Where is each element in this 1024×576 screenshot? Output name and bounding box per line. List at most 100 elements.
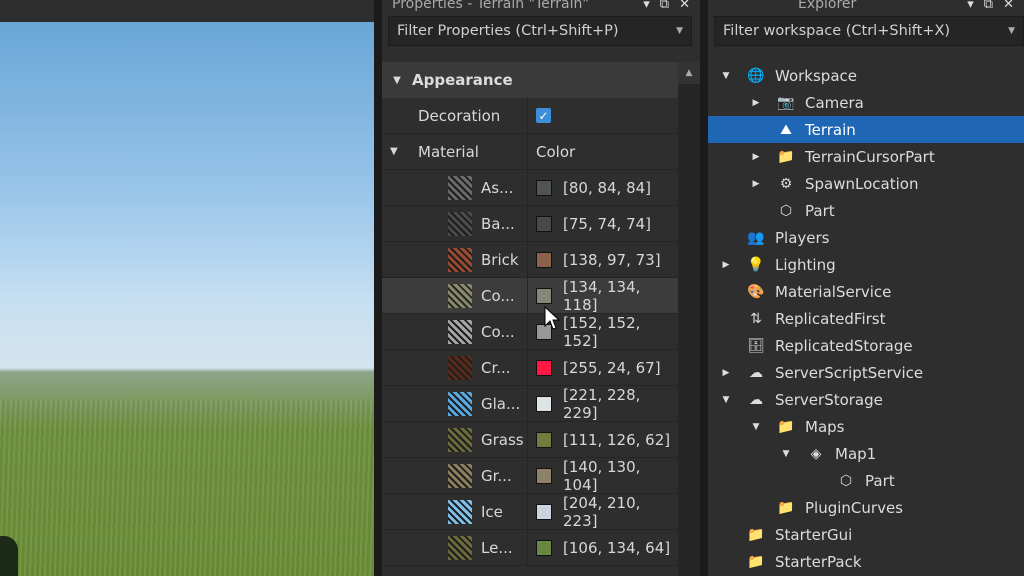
expand-arrow-icon[interactable]: ▶ [720, 260, 732, 270]
material-row[interactable]: As... [80, 84, 84] [382, 170, 678, 206]
tree-item[interactable]: ▼ ☁ ServerStorage [708, 386, 1024, 413]
tree-item[interactable]: ⛰ Terrain [708, 116, 1024, 143]
tree-item[interactable]: 📁 StarterGui [708, 521, 1024, 548]
color-swatch[interactable] [536, 395, 552, 412]
dropdown-icon[interactable]: ▾ [643, 0, 650, 12]
expand-arrow-icon[interactable]: ▶ [750, 179, 762, 189]
explorer-filter-placeholder: Filter workspace (Ctrl+Shift+X) [723, 23, 951, 39]
material-service-icon: 🎨 [747, 283, 765, 300]
color-value: [221, 228, 229] [563, 385, 641, 422]
properties-titlebar: Properties - Terrain "Terrain" ▾ ⧉ ✕ [382, 0, 700, 12]
properties-filter-input[interactable]: Filter Properties (Ctrl+Shift+P) ▼ [388, 16, 692, 46]
material-color-cell[interactable]: [221, 228, 229] [528, 385, 678, 422]
expand-icon[interactable]: ▼ [390, 146, 418, 157]
material-name-cell: Co... [382, 278, 528, 313]
collapse-arrow-icon[interactable]: ▼ [720, 395, 732, 405]
tree-item-label: ServerScriptService [775, 363, 924, 382]
material-row[interactable]: Gla... [221, 228, 229] [382, 386, 678, 422]
terrain-icon: ⛰ [780, 121, 792, 138]
tree-item[interactable]: ▶ 📁 TerrainCursorPart [708, 143, 1024, 170]
filter-dropdown-icon[interactable]: ▼ [676, 26, 683, 36]
close-icon[interactable]: ✕ [1003, 0, 1014, 12]
dropdown-icon[interactable]: ▾ [967, 0, 974, 12]
game-viewport[interactable] [0, 0, 374, 576]
color-swatch[interactable] [536, 287, 552, 304]
material-row[interactable]: Co... [134, 134, 118] [382, 278, 678, 314]
tree-item[interactable]: ▼ 🌐 Workspace [708, 62, 1024, 89]
decoration-checkbox[interactable]: ✓ [536, 108, 551, 123]
color-swatch[interactable] [536, 359, 552, 376]
section-appearance[interactable]: ▼ Appearance [382, 62, 678, 98]
property-material-header[interactable]: ▼ Material Color [382, 134, 678, 170]
tree-item-label: TerrainCursorPart [805, 147, 935, 166]
tree-item[interactable]: 🗄 ReplicatedStorage [708, 332, 1024, 359]
color-swatch[interactable] [536, 251, 552, 268]
material-row[interactable]: Ba... [75, 74, 74] [382, 206, 678, 242]
tree-item-label: MaterialService [775, 282, 892, 301]
close-icon[interactable]: ✕ [679, 0, 690, 12]
material-color-cell[interactable]: [140, 130, 104] [528, 457, 678, 494]
material-row[interactable]: Cr... [255, 24, 67] [382, 350, 678, 386]
expand-arrow-icon[interactable]: ▶ [750, 152, 762, 162]
scroll-up-icon[interactable]: ▲ [678, 62, 700, 84]
tree-item[interactable]: ⇅ ReplicatedFirst [708, 305, 1024, 332]
cube-icon: ⬡ [779, 202, 793, 219]
material-color-cell[interactable]: [80, 84, 84] [528, 170, 678, 205]
material-row[interactable]: Grass [111, 126, 62] [382, 422, 678, 458]
color-value: [140, 130, 104] [563, 457, 641, 494]
tree-item[interactable]: ⬡ Part [708, 467, 1024, 494]
undock-icon[interactable]: ⧉ [984, 0, 993, 12]
color-swatch[interactable] [536, 467, 552, 484]
undock-icon[interactable]: ⧉ [660, 0, 669, 12]
collapse-icon[interactable]: ▼ [382, 75, 412, 86]
material-texture-icon [448, 463, 472, 488]
color-swatch[interactable] [536, 179, 552, 196]
color-swatch[interactable] [536, 539, 552, 556]
color-value: [152, 152, 152] [563, 313, 641, 350]
material-row[interactable]: Ice [204, 210, 223] [382, 494, 678, 530]
color-swatch[interactable] [536, 431, 552, 448]
material-texture-icon [448, 319, 472, 344]
material-color-cell[interactable]: [204, 210, 223] [528, 494, 678, 530]
expand-arrow-icon[interactable]: ▶ [720, 368, 732, 378]
tree-item[interactable]: 📁 PluginCurves [708, 494, 1024, 521]
tree-item[interactable]: ▶ 📷 Camera [708, 89, 1024, 116]
color-swatch[interactable] [536, 503, 552, 520]
material-color-cell[interactable]: [106, 134, 64] [528, 530, 678, 565]
replicated-first-icon: ⇅ [750, 310, 762, 327]
tree-item[interactable]: 📁 StarterPack [708, 548, 1024, 575]
material-color-cell[interactable]: [255, 24, 67] [528, 350, 678, 385]
tree-item[interactable]: ▼ 📁 Maps [708, 413, 1024, 440]
color-value: [138, 97, 73] [563, 250, 661, 269]
expand-arrow-icon[interactable]: ▶ [750, 98, 762, 108]
color-swatch[interactable] [536, 215, 552, 232]
material-color-cell[interactable]: [75, 74, 74] [528, 206, 678, 241]
color-value: [111, 126, 62] [563, 430, 671, 449]
material-row[interactable]: Le... [106, 134, 64] [382, 530, 678, 566]
panel-divider[interactable] [374, 0, 382, 576]
explorer-filter-input[interactable]: Filter workspace (Ctrl+Shift+X) ▼ [714, 16, 1024, 46]
collapse-arrow-icon[interactable]: ▼ [750, 422, 762, 432]
material-texture-icon [448, 211, 472, 236]
tree-item[interactable]: ▶ ☁ ServerScriptService [708, 359, 1024, 386]
collapse-arrow-icon[interactable]: ▼ [780, 449, 792, 459]
material-label: Material [418, 142, 479, 161]
tree-item[interactable]: ⬡ Part [708, 197, 1024, 224]
filter-dropdown-icon[interactable]: ▼ [1008, 26, 1015, 36]
tree-item[interactable]: 🎨 MaterialService [708, 278, 1024, 305]
material-row[interactable]: Brick [138, 97, 73] [382, 242, 678, 278]
property-decoration[interactable]: Decoration ✓ [382, 98, 678, 134]
tree-item[interactable]: 👥 Players [708, 224, 1024, 251]
material-color-cell[interactable]: [111, 126, 62] [528, 422, 678, 457]
material-row[interactable]: Gr... [140, 130, 104] [382, 458, 678, 494]
collapse-arrow-icon[interactable]: ▼ [720, 71, 732, 81]
panel-divider[interactable] [700, 0, 708, 576]
properties-scrollbar[interactable]: ▲ [678, 62, 700, 576]
tree-item[interactable]: ▼ ◈ Map1 [708, 440, 1024, 467]
material-name-cell: Le... [382, 530, 528, 565]
material-row[interactable]: Co... [152, 152, 152] [382, 314, 678, 350]
material-name-cell: Grass [382, 422, 528, 457]
material-color-cell[interactable]: [138, 97, 73] [528, 242, 678, 277]
tree-item[interactable]: ▶ 💡 Lighting [708, 251, 1024, 278]
tree-item[interactable]: ▶ ⚙ SpawnLocation [708, 170, 1024, 197]
